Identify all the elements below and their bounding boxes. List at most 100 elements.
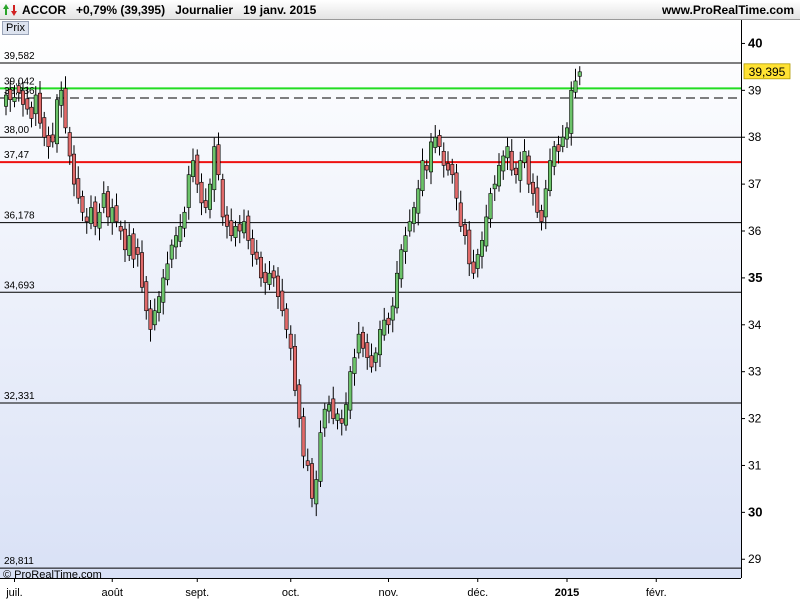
candle-body — [106, 191, 111, 218]
candle-body — [331, 398, 336, 419]
candle-body — [275, 275, 280, 297]
candle-body — [20, 90, 25, 105]
candle-body — [263, 271, 268, 283]
candle-body — [292, 346, 297, 391]
candle-body — [118, 226, 123, 232]
candle-body — [411, 207, 416, 224]
level-label: 34,693 — [4, 280, 35, 291]
candle-body — [505, 146, 510, 159]
candle-body — [25, 98, 30, 110]
candle-body — [352, 357, 357, 374]
candle-body — [518, 160, 523, 181]
candle-body — [475, 254, 480, 269]
level-label: 28,811 — [4, 556, 34, 567]
candle-body — [297, 384, 302, 419]
x-tick-label: nov. — [379, 587, 399, 599]
candle-body — [522, 150, 527, 163]
candle-body — [407, 221, 412, 232]
candle-body — [326, 404, 331, 412]
level-label: 39,582 — [4, 51, 35, 62]
last-price-label: 39,395 — [749, 65, 786, 79]
x-tick-label: 2015 — [555, 587, 579, 599]
candle-body — [513, 167, 518, 176]
candle-body — [229, 220, 234, 236]
candle-body — [445, 163, 450, 171]
candle-body — [343, 404, 348, 426]
plot-background — [0, 20, 741, 578]
y-tick-label: 29 — [748, 552, 762, 566]
candle-body — [4, 94, 9, 107]
candle-body — [509, 150, 514, 171]
price-chart[interactable]: 29 30 31 32 33 34 35 36 37 38 39 40 juil. août sept. oc… — [0, 0, 800, 600]
candle-body — [182, 211, 187, 229]
y-tick-label: 35 — [748, 270, 762, 285]
candle-body — [72, 153, 77, 185]
candle-body — [382, 319, 387, 336]
candle-body — [318, 432, 323, 482]
candle-body — [42, 117, 47, 138]
candle-body — [360, 331, 365, 349]
candle-body — [450, 164, 455, 176]
y-tick-label: 32 — [748, 412, 762, 426]
candle-body — [458, 202, 463, 227]
candle-body — [212, 146, 217, 191]
candle-body — [437, 135, 442, 147]
candle-body — [386, 317, 391, 326]
candle-body — [399, 249, 404, 280]
candle-body — [365, 342, 370, 358]
candle-body — [267, 272, 272, 285]
candle-body — [501, 155, 506, 172]
candle-body — [424, 165, 429, 171]
candle-body — [123, 228, 128, 251]
candle-body — [301, 416, 306, 457]
candle-body — [110, 207, 115, 223]
panel-label: Prix — [2, 21, 29, 35]
y-tick-label: 40 — [748, 35, 762, 50]
y-tick-label: 30 — [748, 504, 762, 519]
candle-body — [127, 235, 132, 256]
candle-body — [59, 90, 64, 106]
candle-body — [250, 238, 255, 255]
candle-body — [161, 277, 166, 303]
candle-body — [552, 146, 557, 167]
candle-body — [373, 352, 378, 363]
candle-body — [288, 333, 293, 349]
x-tick-label: oct. — [282, 587, 300, 599]
candle-body — [526, 155, 531, 185]
level-label: 38,00 — [4, 125, 29, 136]
candle-body — [220, 179, 225, 218]
x-tick-label: sept. — [185, 587, 209, 599]
candle-body — [169, 244, 174, 260]
candle-body — [80, 196, 85, 213]
candle-body — [530, 181, 535, 194]
chart-window: ACCOR +0,79% (39,395) Journalier 19 janv… — [0, 0, 800, 600]
candle-body — [93, 201, 98, 227]
candle-body — [462, 224, 467, 236]
candle-body — [84, 216, 89, 222]
candle-body — [165, 263, 170, 281]
candle-body — [454, 172, 459, 199]
level-label: 32,331 — [4, 391, 35, 402]
candle-body — [216, 144, 221, 176]
candle-body — [471, 261, 476, 274]
candle-body — [577, 71, 582, 77]
candle-body — [101, 193, 106, 208]
candle-body — [16, 85, 21, 93]
candle-body — [203, 200, 208, 208]
candle-body — [428, 141, 433, 173]
y-tick-label: 38 — [748, 130, 762, 144]
candle-body — [186, 174, 191, 208]
candle-body — [339, 418, 344, 424]
candle-body — [416, 188, 421, 214]
candle-body — [271, 270, 276, 279]
candle-body — [242, 221, 247, 234]
y-tick-label: 33 — [748, 365, 762, 379]
candle-body — [237, 223, 242, 232]
candle-body — [377, 329, 382, 356]
candle-body — [246, 215, 251, 241]
candle-body — [335, 413, 340, 421]
candle-body — [114, 205, 119, 222]
y-tick-label: 31 — [748, 458, 762, 472]
x-tick-label: juil. — [5, 587, 23, 599]
candle-body — [29, 106, 34, 119]
